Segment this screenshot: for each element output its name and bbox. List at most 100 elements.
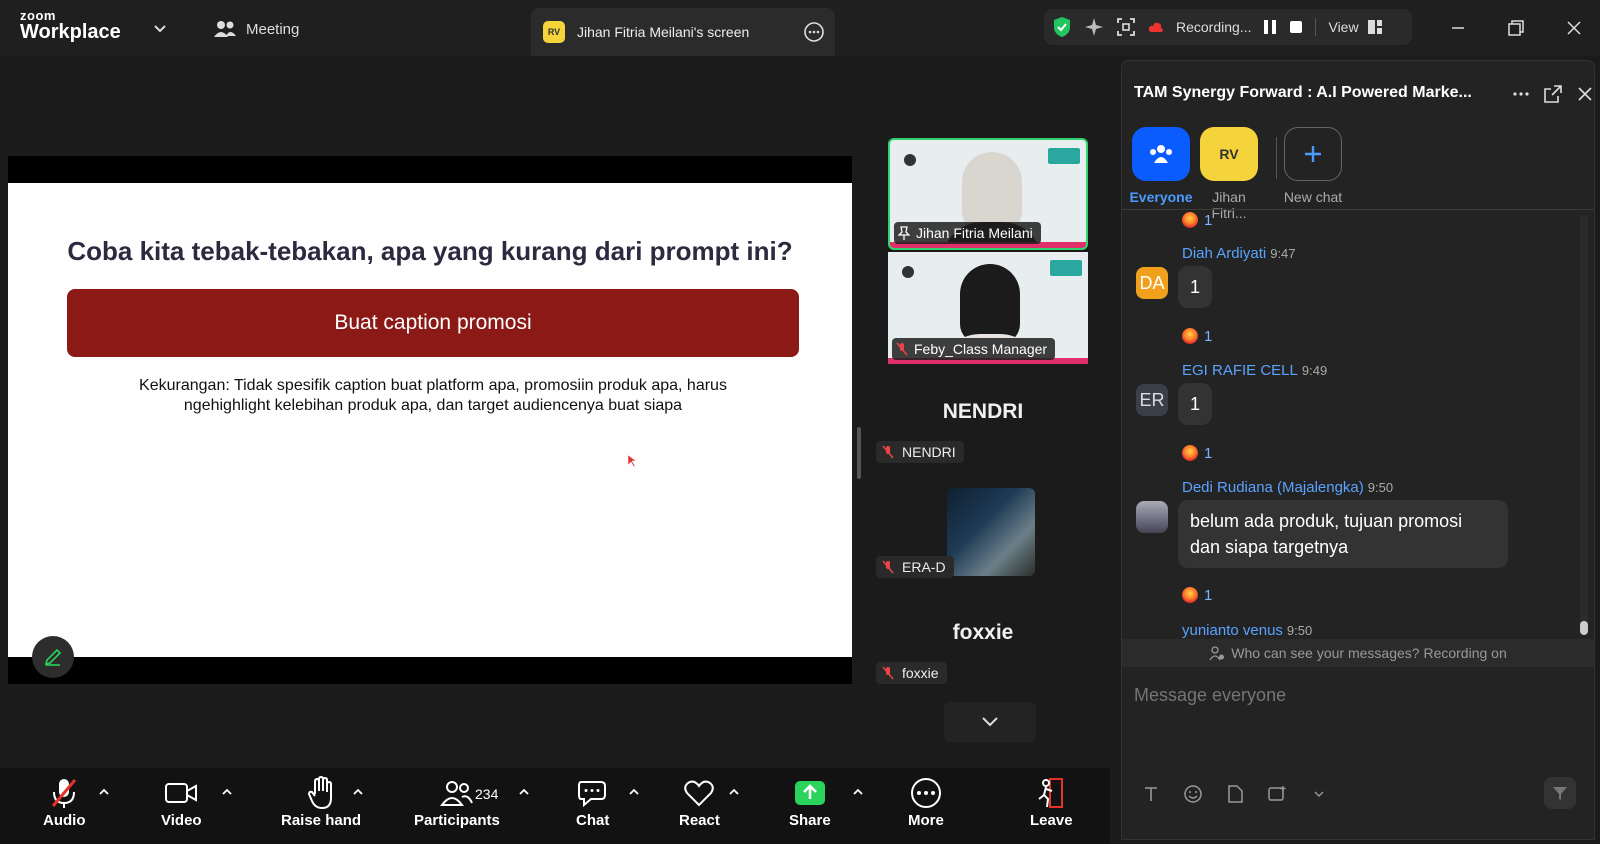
participant-tag[interactable]: foxxie	[876, 662, 947, 684]
more-button[interactable]: More	[908, 776, 944, 829]
reaction-badge[interactable]: 1	[1182, 324, 1212, 348]
message-time: 9:47	[1270, 246, 1296, 261]
emoji-icon[interactable]	[1182, 783, 1204, 805]
meeting-button[interactable]: Meeting	[214, 16, 299, 42]
shared-screen-tab[interactable]: RV Jihan Fitria Meilani's screen	[531, 8, 835, 56]
reaction-badge[interactable]: 1	[1182, 210, 1213, 232]
audio-options-caret-icon[interactable]	[98, 786, 110, 798]
message-bubble[interactable]: belum ada produk, tujuan promosi dan sia…	[1178, 500, 1508, 568]
stop-icon[interactable]	[1289, 20, 1303, 34]
raise-hand-button[interactable]: Raise hand	[281, 776, 361, 829]
split-resize-handle[interactable]	[857, 427, 861, 479]
reaction-count: 1	[1204, 586, 1213, 604]
channel-everyone[interactable]: Everyone	[1126, 127, 1196, 205]
message-bubble[interactable]: 1	[1178, 266, 1213, 308]
format-text-icon[interactable]	[1140, 783, 1162, 805]
audio-button[interactable]: Audio	[43, 776, 86, 829]
more-icon	[910, 776, 942, 810]
gallery-next-page-button[interactable]	[944, 702, 1036, 742]
video-tile[interactable]: Feby_Class Manager	[888, 252, 1088, 364]
reaction-badge[interactable]: 1	[1182, 583, 1212, 607]
plus-icon	[1284, 127, 1342, 181]
divider	[1315, 18, 1317, 36]
tile-logo	[902, 266, 914, 278]
leave-button[interactable]: Leave	[1030, 776, 1073, 829]
zoom-window: zoom Workplace Meeting RV Jihan Fitria M…	[0, 0, 1600, 844]
view-button[interactable]: View	[1328, 19, 1382, 35]
chat-messages: 1 DA Diah Ardiyati 9:47 1 1 ER EGI RAFIE …	[1122, 209, 1594, 639]
message-visibility-note[interactable]: Who can see your messages? Recording on	[1122, 639, 1594, 667]
reaction-count: 1	[1204, 211, 1213, 229]
video-button[interactable]: Video	[161, 776, 202, 829]
mouse-cursor-icon	[628, 455, 636, 467]
channel-direct[interactable]: RV Jihan Fitri...	[1194, 127, 1264, 221]
video-tile-active-speaker[interactable]: Jihan Fitria Meilani	[888, 138, 1088, 250]
reaction-count: 1	[1204, 444, 1213, 462]
pause-icon[interactable]	[1263, 19, 1277, 35]
chevron-down-icon[interactable]	[150, 18, 170, 38]
share-caret-icon[interactable]	[852, 786, 864, 798]
annotate-button[interactable]	[32, 636, 74, 678]
message-sender[interactable]: Diah Ardiyati 9:47	[1182, 245, 1296, 262]
video-options-caret-icon[interactable]	[221, 786, 233, 798]
channel-label: Everyone	[1129, 189, 1193, 205]
participant-tag[interactable]: ERA-D	[876, 556, 954, 578]
sender-name: Diah Ardiyati	[1182, 245, 1267, 262]
reactions-caret-icon[interactable]	[352, 786, 364, 798]
restore-icon[interactable]	[1504, 16, 1528, 40]
share-button[interactable]: Share	[789, 776, 831, 829]
message-input[interactable]	[1134, 685, 1574, 706]
pop-out-icon[interactable]	[1542, 83, 1564, 105]
file-icon[interactable]	[1224, 783, 1246, 805]
participant-tag[interactable]: NENDRI	[876, 441, 964, 463]
react-button[interactable]: React	[679, 776, 720, 829]
participants-button[interactable]: Participants	[414, 776, 500, 829]
react-label: React	[679, 812, 720, 829]
slide-note: Kekurangan: Tidak spesifik caption buat …	[139, 377, 727, 414]
apps-scan-icon[interactable]	[1116, 17, 1136, 37]
pencil-icon	[44, 648, 62, 666]
grid-view-icon	[1367, 20, 1382, 34]
heart-icon	[683, 776, 715, 810]
minimize-icon[interactable]	[1446, 16, 1470, 40]
tile-name-tag: Feby_Class Manager	[892, 338, 1056, 360]
send-button[interactable]	[1544, 777, 1576, 809]
reaction-badge[interactable]: 1	[1182, 441, 1212, 465]
composer-toolbar	[1140, 783, 1330, 805]
message-sender[interactable]: EGI RAFIE CELL 9:49	[1182, 362, 1327, 379]
ai-companion-icon[interactable]	[1084, 17, 1104, 37]
close-icon[interactable]	[1574, 83, 1596, 105]
message-sender[interactable]: yunianto venus 9:50	[1182, 622, 1312, 639]
heart-on-fire-icon	[1182, 587, 1198, 603]
send-icon	[1553, 787, 1567, 800]
share-label: Share	[789, 812, 831, 829]
audio-label: Audio	[43, 812, 86, 829]
video-camera-icon	[164, 776, 198, 810]
presentation-slide: Coba kita tebak-tebakan, apa yang kurang…	[8, 183, 852, 657]
chat-caret-icon[interactable]	[628, 786, 640, 798]
participant-name-display: foxxie	[952, 621, 1014, 644]
video-label: Video	[161, 812, 202, 829]
recording-status: Recording...	[1176, 19, 1252, 35]
participants-caret-icon[interactable]	[518, 786, 530, 798]
muted-mic-icon	[896, 342, 908, 356]
participant-video	[960, 264, 1020, 344]
shield-check-icon[interactable]	[1052, 16, 1072, 38]
close-window-icon[interactable]	[1562, 16, 1586, 40]
react-caret-icon[interactable]	[728, 786, 740, 798]
scrollbar-thumb[interactable]	[1580, 621, 1588, 635]
message-bubble[interactable]: 1	[1178, 383, 1213, 425]
message-sender[interactable]: Dedi Rudiana (Majalengka) 9:50	[1182, 479, 1393, 496]
chat-button[interactable]: Chat	[576, 776, 609, 829]
screenshot-icon[interactable]	[1266, 783, 1288, 805]
participants-count: 234	[475, 786, 499, 802]
zoom-logo: zoom Workplace	[20, 9, 121, 42]
more-icon[interactable]	[1510, 83, 1532, 105]
chevron-down-icon[interactable]	[1308, 783, 1330, 805]
heart-on-fire-icon	[1182, 328, 1198, 344]
chat-scrollbar[interactable]	[1580, 215, 1588, 635]
new-chat-button[interactable]: New chat	[1278, 127, 1348, 205]
hand-icon	[307, 776, 335, 810]
more-options-icon[interactable]	[803, 21, 825, 43]
divider	[1276, 137, 1277, 179]
